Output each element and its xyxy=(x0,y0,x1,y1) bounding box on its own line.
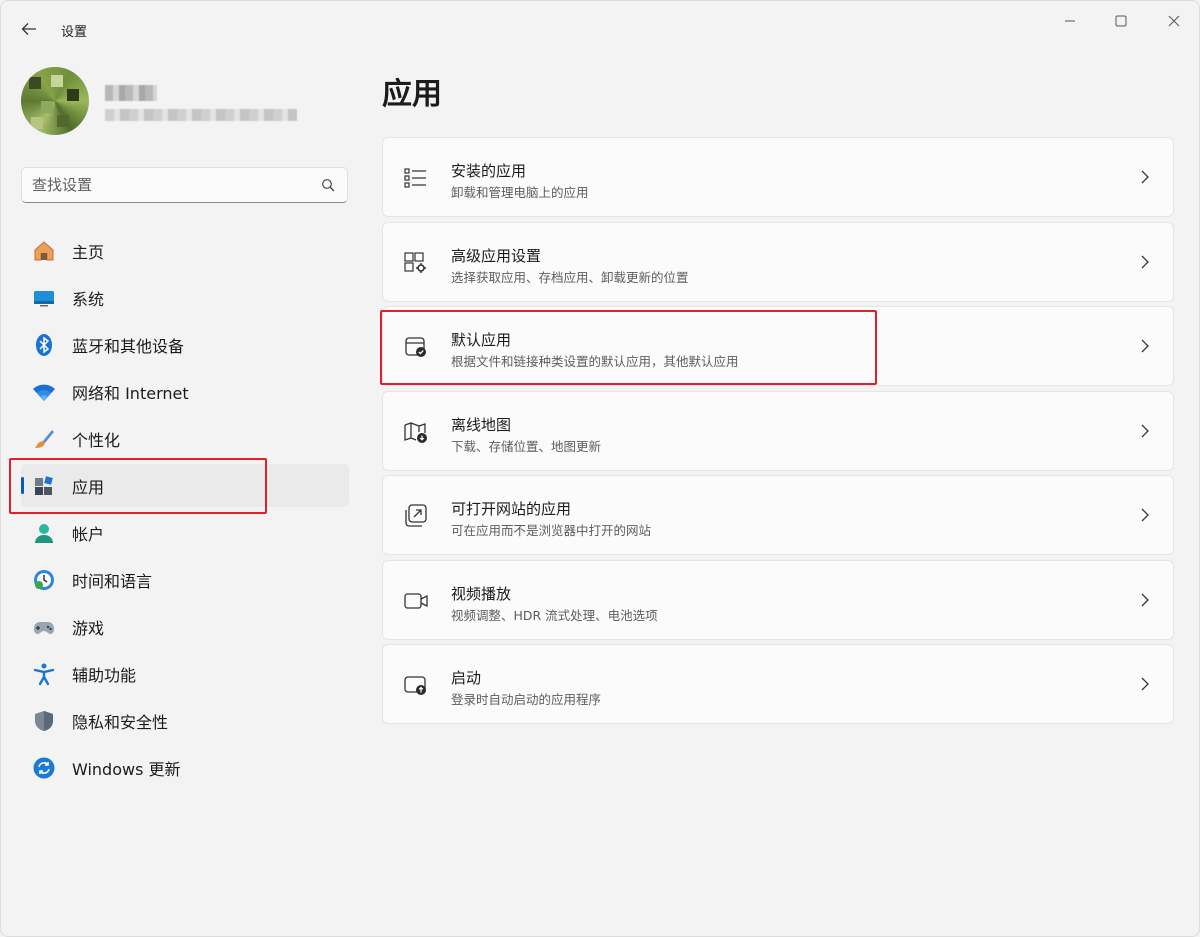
settings-card-list: 安装的应用 卸载和管理电脑上的应用 高级应用设置 选择获取应用、存档应用、卸载更… xyxy=(382,137,1174,729)
gamepad-icon xyxy=(32,615,56,639)
settings-window: 设置 主页 系统 蓝牙和其他 xyxy=(0,0,1200,937)
card-description: 卸载和管理电脑上的应用 xyxy=(451,185,589,200)
display-icon xyxy=(32,286,56,310)
startup-icon xyxy=(404,676,426,695)
apps-icon xyxy=(32,474,56,498)
card-description: 视频调整、HDR 流式处理、电池选项 xyxy=(451,607,658,623)
user-email-blurred xyxy=(105,109,297,121)
list-icon xyxy=(404,168,426,188)
home-icon xyxy=(32,239,56,263)
card-apps-for-websites[interactable]: 可打开网站的应用 可在应用而不是浏览器中打开的网站 xyxy=(382,475,1174,555)
active-indicator xyxy=(21,477,24,494)
chevron-right-icon xyxy=(1141,508,1149,522)
close-icon xyxy=(1168,15,1180,27)
user-name-blurred xyxy=(105,85,157,101)
chevron-right-icon xyxy=(1141,255,1149,268)
sidebar-item-home[interactable]: 主页 xyxy=(21,229,349,272)
chevron-right-icon xyxy=(1141,170,1149,184)
search-input[interactable] xyxy=(32,168,312,202)
account-icon xyxy=(32,521,56,545)
brush-icon xyxy=(32,427,56,451)
card-description: 可在应用而不是浏览器中打开的网站 xyxy=(451,523,652,538)
offline-map-icon xyxy=(404,421,427,443)
sidebar-item-network[interactable]: 网络和 Internet xyxy=(21,370,349,413)
video-icon xyxy=(404,592,428,609)
close-button[interactable] xyxy=(1151,7,1197,35)
card-description: 登录时自动启动的应用程序 xyxy=(451,692,602,707)
card-advanced-app-settings[interactable]: 高级应用设置 选择获取应用、存档应用、卸载更新的位置 xyxy=(382,221,1174,302)
card-default-apps[interactable]: 默认应用 根据文件和链接种类设置的默认应用，其他默认应用 xyxy=(382,306,1174,386)
chevron-right-icon xyxy=(1141,339,1149,353)
sidebar-item-system[interactable]: 系统 xyxy=(21,276,349,319)
card-title: 启动 xyxy=(451,669,482,687)
open-link-icon xyxy=(405,504,427,527)
card-title: 离线地图 xyxy=(451,415,512,434)
chevron-right-icon xyxy=(1141,593,1149,606)
maximize-button[interactable] xyxy=(1098,7,1144,35)
card-title: 默认应用 xyxy=(451,331,512,349)
sidebar-nav: 主页 系统 蓝牙和其他设备 网络和 Internet 个性化 应用 帐户 时间和… xyxy=(21,229,349,793)
update-icon xyxy=(32,756,56,780)
app-settings-icon xyxy=(404,251,426,273)
sidebar-item-bluetooth[interactable]: 蓝牙和其他设备 xyxy=(21,323,349,366)
sidebar-item-windows-update[interactable]: Windows 更新 xyxy=(21,746,349,789)
minimize-icon xyxy=(1065,20,1075,22)
arrow-left-icon xyxy=(21,23,36,35)
card-description: 根据文件和链接种类设置的默认应用，其他默认应用 xyxy=(451,354,739,369)
card-description: 选择获取应用、存档应用、卸载更新的位置 xyxy=(451,269,689,285)
chevron-right-icon xyxy=(1141,424,1149,437)
sidebar-item-time-language[interactable]: 时间和语言 xyxy=(21,558,349,601)
sidebar-item-accounts[interactable]: 帐户 xyxy=(21,511,349,554)
card-description: 下载、存储位置、地图更新 xyxy=(451,438,602,454)
search-icon[interactable] xyxy=(321,178,335,192)
minimize-button[interactable] xyxy=(1047,7,1093,35)
bluetooth-icon xyxy=(32,333,56,357)
search-box xyxy=(21,167,348,203)
chevron-right-icon xyxy=(1141,677,1149,691)
maximize-icon xyxy=(1115,15,1127,27)
sidebar-item-gaming[interactable]: 游戏 xyxy=(21,605,349,648)
sidebar-item-apps[interactable]: 应用 xyxy=(21,464,349,507)
sidebar-item-personalization[interactable]: 个性化 xyxy=(21,417,349,460)
card-title: 视频播放 xyxy=(451,584,512,603)
card-title: 可打开网站的应用 xyxy=(451,500,572,518)
card-startup[interactable]: 启动 登录时自动启动的应用程序 xyxy=(382,644,1174,724)
app-title: 设置 xyxy=(61,25,88,40)
shield-icon xyxy=(32,709,56,733)
default-app-icon xyxy=(405,337,426,357)
card-installed-apps[interactable]: 安装的应用 卸载和管理电脑上的应用 xyxy=(382,137,1174,217)
card-title: 高级应用设置 xyxy=(451,246,542,265)
avatar[interactable] xyxy=(21,67,89,135)
card-title: 安装的应用 xyxy=(451,162,527,180)
page-title: 应用 xyxy=(382,77,442,112)
card-video-playback[interactable]: 视频播放 视频调整、HDR 流式处理、电池选项 xyxy=(382,559,1174,640)
sidebar-item-privacy[interactable]: 隐私和安全性 xyxy=(21,699,349,742)
sidebar-item-accessibility[interactable]: 辅助功能 xyxy=(21,652,349,695)
accessibility-icon xyxy=(32,662,56,686)
back-button[interactable] xyxy=(15,17,43,41)
clock-globe-icon xyxy=(32,568,56,592)
card-offline-maps[interactable]: 离线地图 下载、存储位置、地图更新 xyxy=(382,390,1174,471)
wifi-icon xyxy=(32,380,56,404)
